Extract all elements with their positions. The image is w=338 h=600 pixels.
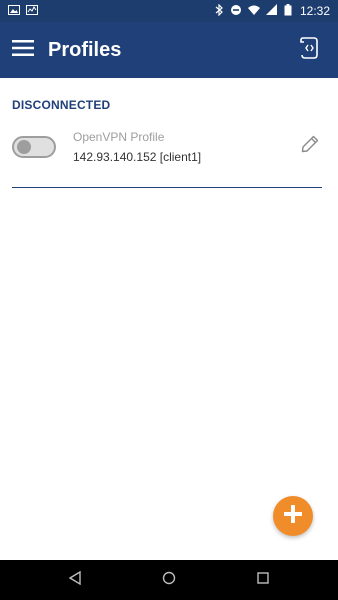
edit-profile-button[interactable]	[298, 134, 322, 158]
recents-button[interactable]	[255, 572, 271, 588]
pencil-icon	[300, 134, 320, 159]
import-profile-button[interactable]	[288, 22, 332, 78]
app-bar: Profiles	[0, 22, 338, 78]
signal-icon	[265, 3, 278, 19]
import-file-icon	[300, 36, 320, 64]
profile-name: OpenVPN Profile	[73, 130, 165, 144]
home-icon	[162, 571, 176, 590]
activity-icon	[26, 4, 38, 19]
image-icon	[8, 4, 20, 19]
back-button[interactable]	[67, 570, 83, 590]
page-title: Profiles	[48, 38, 122, 61]
profile-row[interactable]: OpenVPN Profile 142.93.140.152 [client1]	[12, 122, 322, 188]
status-bar: 12:32	[0, 0, 338, 22]
bluetooth-icon	[214, 3, 224, 19]
plus-icon	[283, 504, 303, 529]
dnd-icon	[230, 4, 242, 19]
hamburger-menu-icon	[12, 39, 34, 61]
connection-status-header: DISCONNECTED	[12, 98, 111, 112]
battery-icon	[284, 3, 292, 19]
home-button[interactable]	[161, 571, 177, 590]
status-left	[8, 4, 38, 19]
recents-icon	[257, 571, 269, 589]
navigation-bar	[0, 560, 338, 600]
status-right: 12:32	[214, 3, 330, 19]
menu-button[interactable]	[0, 22, 46, 78]
status-time: 12:32	[299, 4, 330, 18]
connection-toggle[interactable]	[12, 136, 56, 158]
back-icon	[68, 570, 81, 590]
add-profile-button[interactable]	[273, 496, 313, 536]
toggle-knob	[17, 140, 31, 154]
wifi-icon	[247, 4, 260, 19]
main-content: DISCONNECTED OpenVPN Profile 142.93.140.…	[0, 78, 338, 560]
profile-server: 142.93.140.152 [client1]	[73, 150, 202, 164]
